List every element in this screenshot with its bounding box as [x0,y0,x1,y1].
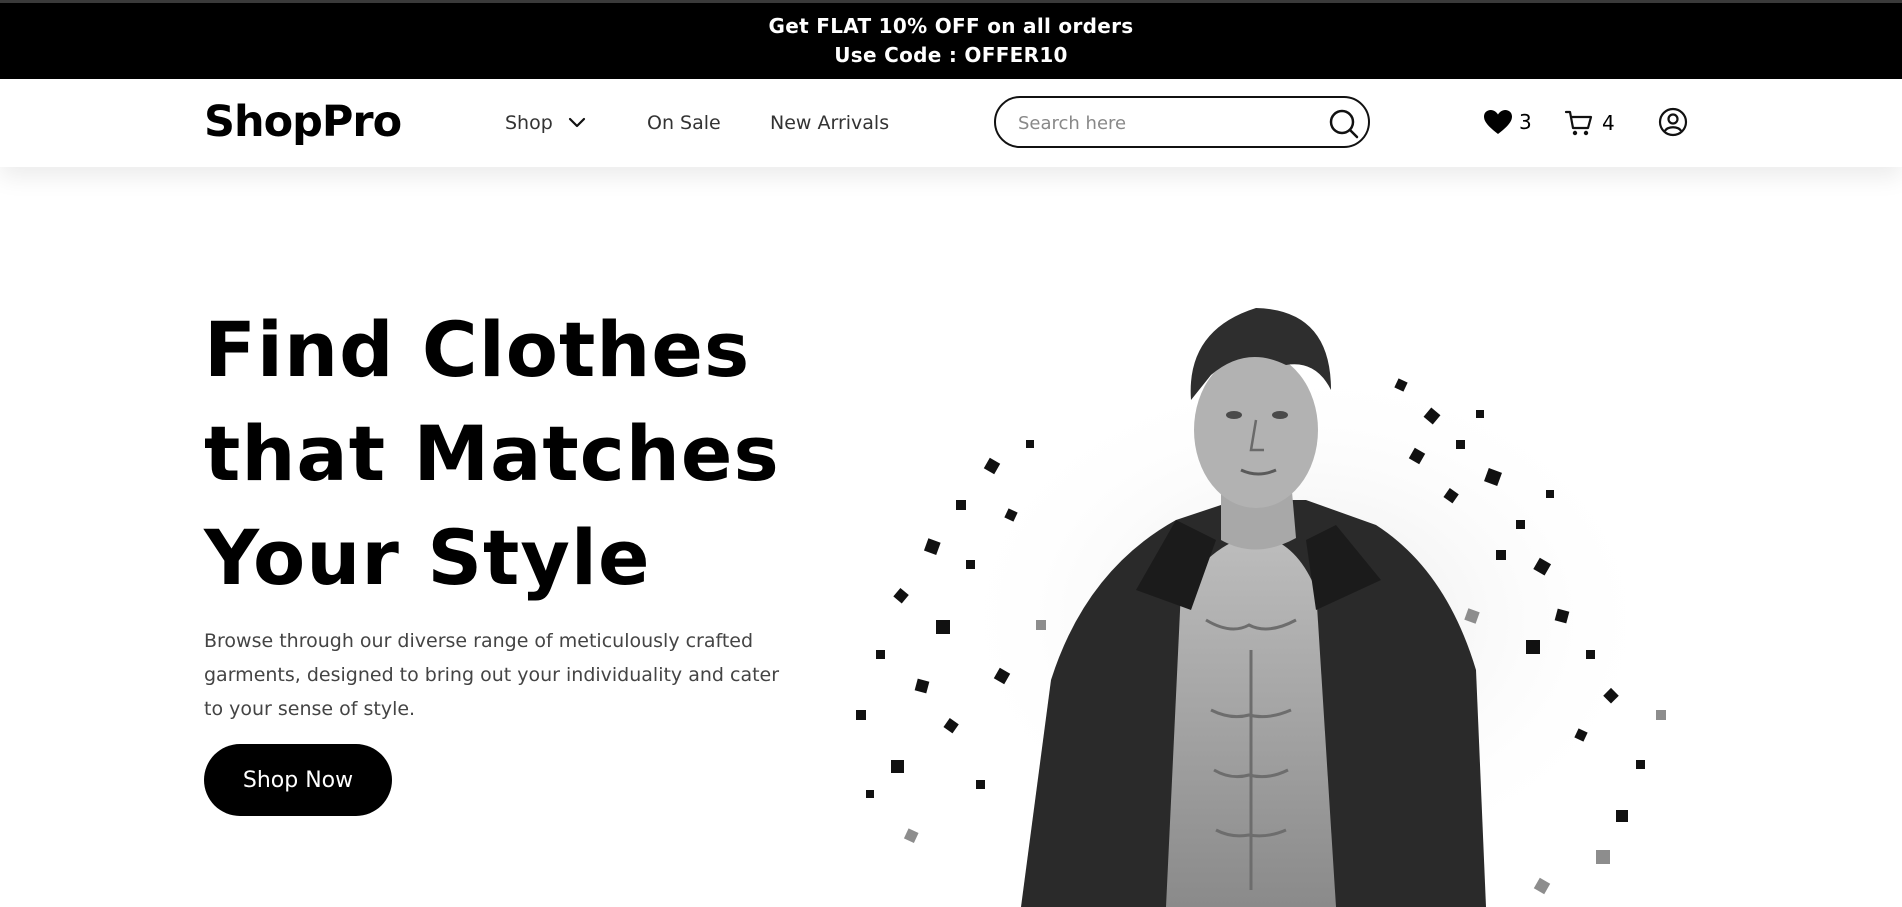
promo-line-2: Use Code : OFFER10 [834,43,1068,67]
hero-title-line-1: Find Clothes [204,305,751,394]
nav-shop-label: Shop [505,112,553,134]
search-icon[interactable] [1328,108,1360,140]
header-navbar: ShopPro Shop On Sale New Arrivals 3 4 [0,79,1902,167]
cart-count: 4 [1602,111,1615,135]
nav-on-sale[interactable]: On Sale [647,110,721,136]
nav-shop[interactable]: Shop [505,110,587,136]
cart-icon [1564,110,1593,136]
promo-banner: Get FLAT 10% OFF on all orders Use Code … [0,3,1902,79]
chevron-down-icon [568,117,585,128]
search-input[interactable] [1016,110,1320,136]
logo[interactable]: ShopPro [204,97,402,147]
cart-button[interactable]: 4 [1564,109,1615,137]
promo-line-1: Get FLAT 10% OFF on all orders [768,14,1134,38]
account-button[interactable] [1658,107,1688,141]
hero-title-line-2: that Matches [204,409,780,498]
wishlist-button[interactable]: 3 [1483,109,1532,135]
search-bar [994,96,1370,148]
hero-description: Browse through our diverse range of meti… [204,630,780,720]
heart-icon [1484,110,1512,134]
hero-model-image [856,308,1666,907]
hero-title: Find Clothes that Matches Your Style [204,298,780,610]
nav-new-arrivals[interactable]: New Arrivals [770,110,889,136]
hero-title-line-3: Your Style [204,513,651,602]
wishlist-count: 3 [1519,110,1532,134]
user-icon [1658,107,1688,137]
shop-now-button[interactable]: Shop Now [204,744,392,816]
